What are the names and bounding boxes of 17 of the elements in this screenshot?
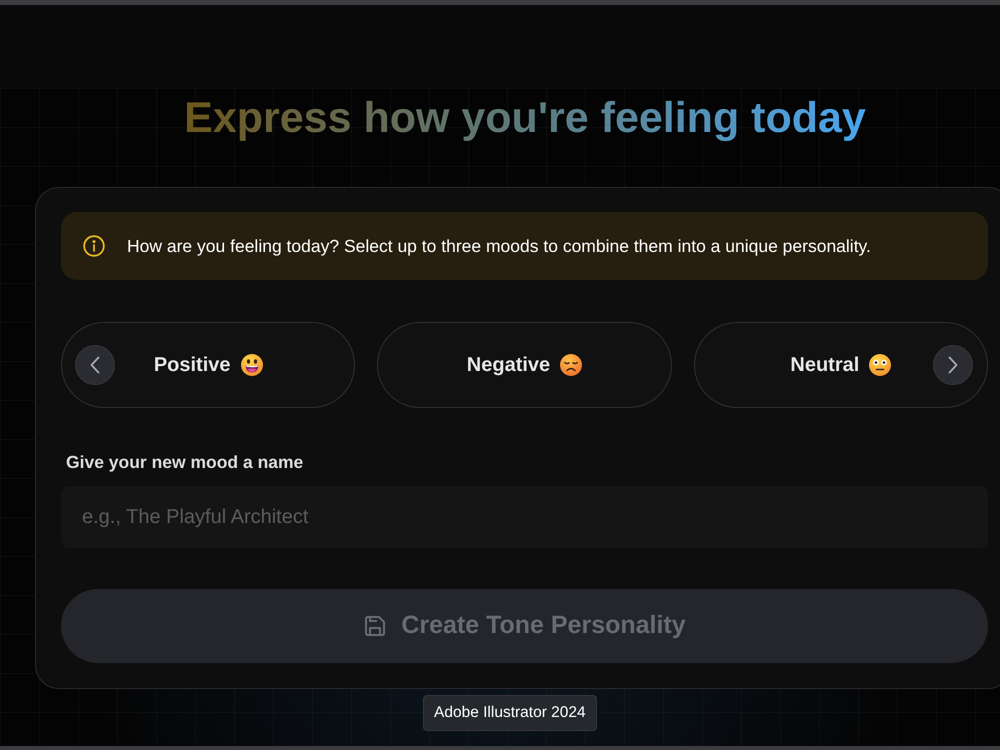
mood-label: Positive bbox=[154, 353, 231, 378]
save-icon bbox=[363, 614, 388, 638]
name-input[interactable]: e.g., The Playful Architect bbox=[61, 486, 988, 548]
mood-label: Neutral bbox=[790, 353, 860, 378]
mood-label: Negative bbox=[466, 353, 550, 378]
field-label: Give your new mood a name bbox=[66, 451, 304, 473]
mood-option[interactable]: Positive bbox=[61, 322, 356, 408]
notice-text: How are you feeling today? Select up to three moods to combine them into a unique personality. bbox=[127, 234, 871, 258]
tooltip: Adobe Illustrator 2024 bbox=[423, 695, 597, 731]
wide-eyed-face-icon bbox=[869, 354, 892, 376]
mood-option[interactable]: Negative bbox=[377, 322, 672, 408]
mood-option[interactable]: Neutral bbox=[694, 322, 988, 408]
chevron-right-icon bbox=[948, 356, 958, 374]
grinning-face-icon bbox=[240, 354, 263, 376]
info-icon bbox=[83, 235, 105, 257]
sad-face-icon bbox=[560, 354, 582, 376]
chevron-left-icon bbox=[90, 356, 100, 374]
